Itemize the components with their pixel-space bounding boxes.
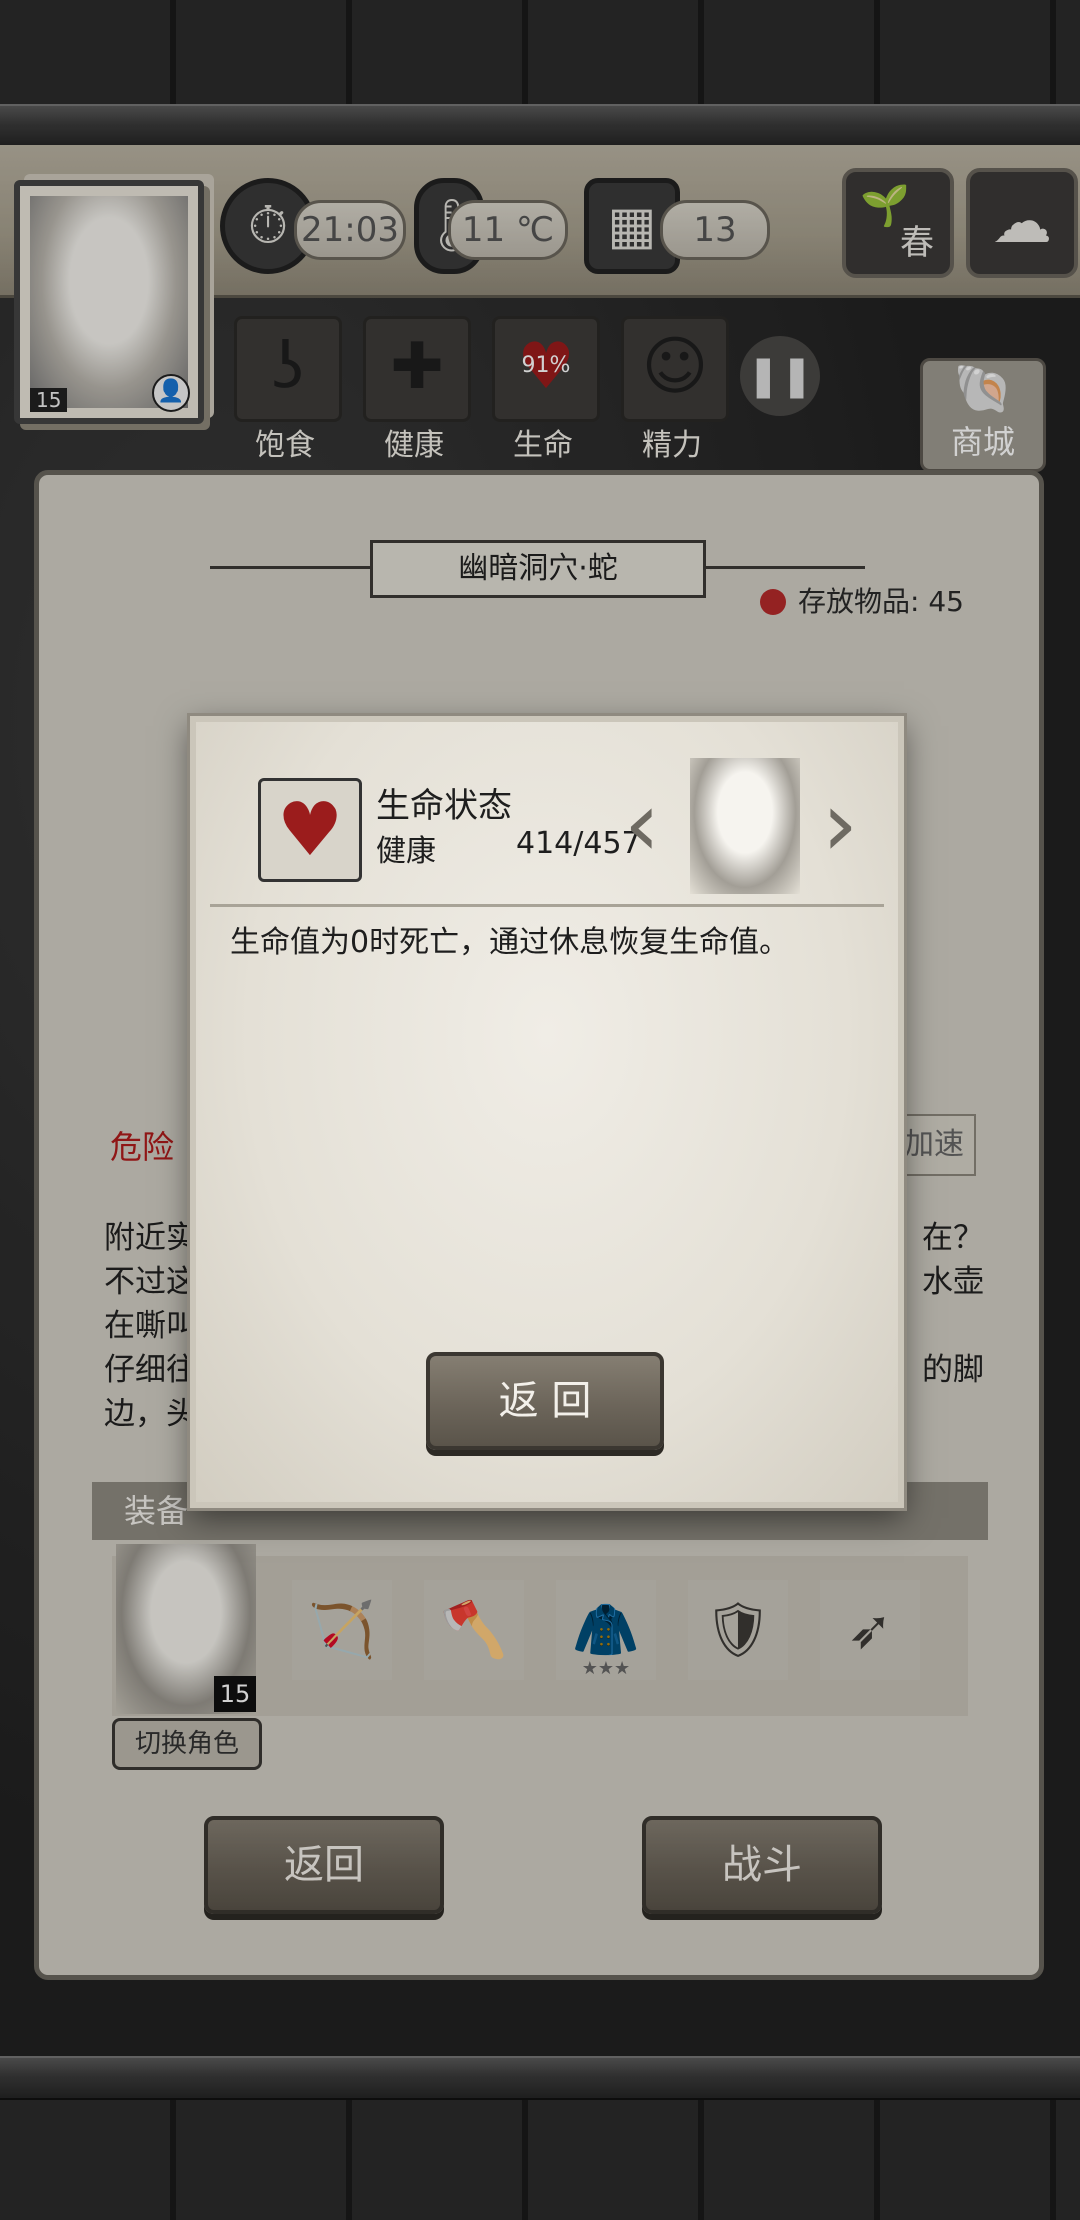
dialog-divider <box>210 904 884 907</box>
next-character-arrow-icon[interactable]: › <box>822 770 858 880</box>
health-stat-value: 414/457 <box>516 826 641 861</box>
heart-icon: ♥ <box>258 778 362 882</box>
health-stat-label: 健康 <box>376 834 436 869</box>
dialog-return-button[interactable]: 返 回 <box>426 1352 664 1450</box>
dialog-description: 生命值为0时死亡，通过休息恢复生命值。 <box>230 925 790 960</box>
dialog-title: 生命状态 <box>376 786 512 826</box>
prev-character-arrow-icon[interactable]: ‹ <box>624 770 660 880</box>
life-status-dialog: ♥ 生命状态 健康 414/457 ‹ › 生命值为0时死亡，通过休息恢复生命值… <box>190 716 904 1508</box>
dialog-character-portrait <box>690 758 800 894</box>
